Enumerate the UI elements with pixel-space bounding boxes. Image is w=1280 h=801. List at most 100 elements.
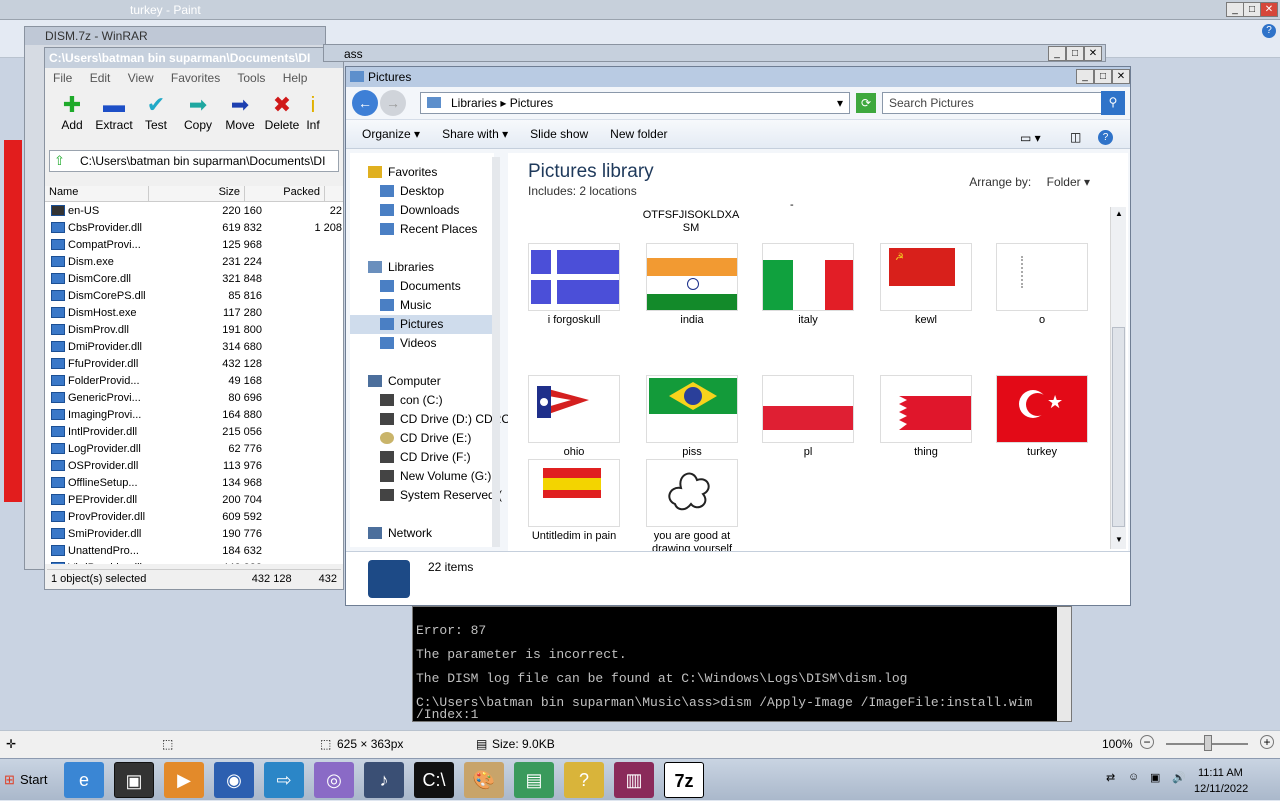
share-with-button[interactable]: Share with ▾	[442, 127, 508, 141]
table-row[interactable]: FfuProvider.dll 432 128	[45, 355, 343, 372]
top-item-label[interactable]: OTFSFJISOKLDXASM	[642, 209, 740, 235]
up-folder-icon[interactable]: ⇧	[54, 153, 65, 169]
slide-show-button[interactable]: Slide show	[530, 127, 588, 141]
thumbnail-india[interactable]: india	[646, 243, 738, 327]
thumbnail-o[interactable]: o	[996, 243, 1088, 327]
scroll-down-icon[interactable]: ▼	[1112, 533, 1126, 547]
menu-help[interactable]: Help	[283, 71, 308, 85]
breadcrumb-libraries[interactable]: Libraries	[451, 96, 497, 110]
tray-icon[interactable]: ☺	[1128, 771, 1139, 783]
scroll-up-icon[interactable]: ▲	[1112, 207, 1126, 221]
nav-drive-c[interactable]: con (C:)	[380, 393, 443, 407]
menu-favorites[interactable]: Favorites	[171, 71, 220, 85]
nav-network[interactable]: Network	[368, 526, 432, 540]
console-scrollbar[interactable]	[1057, 607, 1071, 721]
table-row[interactable]: OSProvider.dll 113 976	[45, 457, 343, 474]
nav-desktop[interactable]: Desktop	[380, 184, 444, 198]
paint-taskbar-icon[interactable]: ▣	[114, 762, 154, 798]
test-button[interactable]: ✔ Test	[135, 92, 177, 144]
breadcrumb-pictures[interactable]: Pictures	[510, 96, 553, 110]
navpane-scrollbar[interactable]	[492, 157, 500, 547]
menu-tools[interactable]: Tools	[237, 71, 265, 85]
back-button[interactable]: ←	[352, 90, 378, 116]
maximize-button[interactable]: □	[1243, 2, 1261, 17]
table-row[interactable]: PEProvider.dll 200 704	[45, 491, 343, 508]
preview-pane-icon[interactable]: ◫	[1070, 130, 1081, 144]
maximize-button[interactable]: □	[1066, 46, 1084, 61]
table-row[interactable]: ImagingProvi... 164 880	[45, 406, 343, 423]
address-bar[interactable]: Libraries ▸ Pictures ▾	[420, 92, 850, 114]
nav-downloads[interactable]: Downloads	[380, 203, 459, 217]
nav-videos[interactable]: Videos	[380, 336, 436, 350]
arrange-by-dropdown[interactable]: Folder ▾	[1047, 175, 1090, 189]
column-name[interactable]: Name	[45, 186, 149, 201]
add-button[interactable]: ✚ Add	[51, 92, 93, 144]
copy-button[interactable]: ➡ Copy	[177, 92, 219, 144]
nav-documents[interactable]: Documents	[380, 279, 461, 293]
thumbnail-turkey[interactable]: ★ turkey	[996, 375, 1088, 459]
thumbnail-pl[interactable]: pl	[762, 375, 854, 459]
minimize-button[interactable]: _	[1076, 69, 1094, 84]
7zip-icon[interactable]: 7z	[664, 762, 704, 798]
top-item-dash[interactable]: -	[790, 199, 794, 211]
info-button[interactable]: i Inf	[303, 92, 323, 144]
thumbnail-thing[interactable]: thing	[880, 375, 972, 459]
winrar-file-list[interactable]: en-US 220 160 22 CbsProvider.dll 619 832 1 20…	[45, 202, 343, 564]
nav-computer[interactable]: Computer	[368, 374, 441, 388]
help-app-icon[interactable]: ?	[564, 762, 604, 798]
column-size[interactable]: Size	[149, 186, 245, 201]
table-row[interactable]: DismHost.exe 117 280	[45, 304, 343, 321]
internet-explorer-icon[interactable]: e	[64, 762, 104, 798]
winrar-window[interactable]: C:\Users\batman bin suparman\Documents\D…	[44, 47, 344, 590]
ass-folder-window[interactable]: ass _ □ ✕	[323, 44, 1106, 62]
table-row[interactable]: en-US 220 160 22	[45, 202, 343, 219]
scrollbar-thumb[interactable]	[1112, 327, 1125, 527]
content-scrollbar[interactable]: ▲ ▼	[1110, 207, 1126, 549]
minimize-button[interactable]: _	[1226, 2, 1244, 17]
search-input[interactable]: Search Pictures ⚲	[882, 91, 1125, 115]
paint-palette-icon[interactable]: 🎨	[464, 762, 504, 798]
share-icon[interactable]: ⇨	[264, 762, 304, 798]
table-row[interactable]: DmiProvider.dll 314 680	[45, 338, 343, 355]
help-icon[interactable]: ?	[1262, 24, 1276, 38]
close-button[interactable]: ✕	[1260, 2, 1278, 17]
maximize-button[interactable]: □	[1094, 69, 1112, 84]
nav-drive-g[interactable]: New Volume (G:)	[380, 469, 491, 483]
table-row[interactable]: UnattendPro... 184 632	[45, 542, 343, 559]
close-button[interactable]: ✕	[1084, 46, 1102, 61]
winrar-icon[interactable]: ▥	[614, 762, 654, 798]
zoom-slider-thumb[interactable]	[1204, 735, 1212, 751]
clock-date[interactable]: 12/11/2022	[1194, 783, 1248, 795]
table-row[interactable]: VhdProvider.dll442 888	[45, 559, 343, 564]
command-prompt-icon[interactable]: C:\	[414, 762, 454, 798]
music-app-icon[interactable]: ♪	[364, 762, 404, 798]
menu-file[interactable]: File	[53, 71, 72, 85]
pictures-explorer-window[interactable]: Pictures _ □ ✕ ← → Libraries ▸ Pictures …	[345, 66, 1131, 606]
close-button[interactable]: ✕	[1112, 69, 1130, 84]
tray-icon[interactable]: ▣	[1150, 771, 1160, 784]
table-row[interactable]: ProvProvider.dll 609 592	[45, 508, 343, 525]
thumbnail-i-forgoskull[interactable]: i forgoskull	[528, 243, 620, 327]
nav-music[interactable]: Music	[380, 298, 431, 312]
delete-button[interactable]: ✖ Delete	[261, 92, 303, 144]
minimize-button[interactable]: _	[1048, 46, 1066, 61]
zoom-out-button[interactable]: −	[1140, 735, 1154, 749]
help-icon[interactable]: ?	[1098, 130, 1113, 145]
nav-favorites[interactable]: Favorites	[368, 165, 437, 179]
nav-pictures[interactable]: Pictures	[350, 315, 492, 334]
nav-recent-places[interactable]: Recent Places	[380, 222, 477, 236]
refresh-button[interactable]: ⟳	[856, 93, 876, 113]
menu-edit[interactable]: Edit	[90, 71, 111, 85]
table-row[interactable]: FolderProvid... 49 168	[45, 372, 343, 389]
nav-drive-f[interactable]: CD Drive (F:)	[380, 450, 471, 464]
library-includes[interactable]: Includes: 2 locations	[528, 184, 637, 198]
nav-drive-e[interactable]: CD Drive (E:)	[380, 431, 471, 445]
thumbnail-kewl[interactable]: ☭ kewl	[880, 243, 972, 327]
thumbnail-untitledim-in-pain[interactable]: Untitledim in pain	[528, 459, 620, 543]
new-folder-button[interactable]: New folder	[610, 127, 667, 141]
move-button[interactable]: ➡ Move	[219, 92, 261, 144]
table-row[interactable]: DismProv.dll 191 800	[45, 321, 343, 338]
nav-system-reserved[interactable]: System Reserved (	[380, 488, 502, 502]
clock-time[interactable]: 11:11 AM	[1198, 767, 1243, 779]
thumbnail-you-are-good-at-drawing-yourself[interactable]: you are good at drawing yourself	[646, 459, 738, 556]
